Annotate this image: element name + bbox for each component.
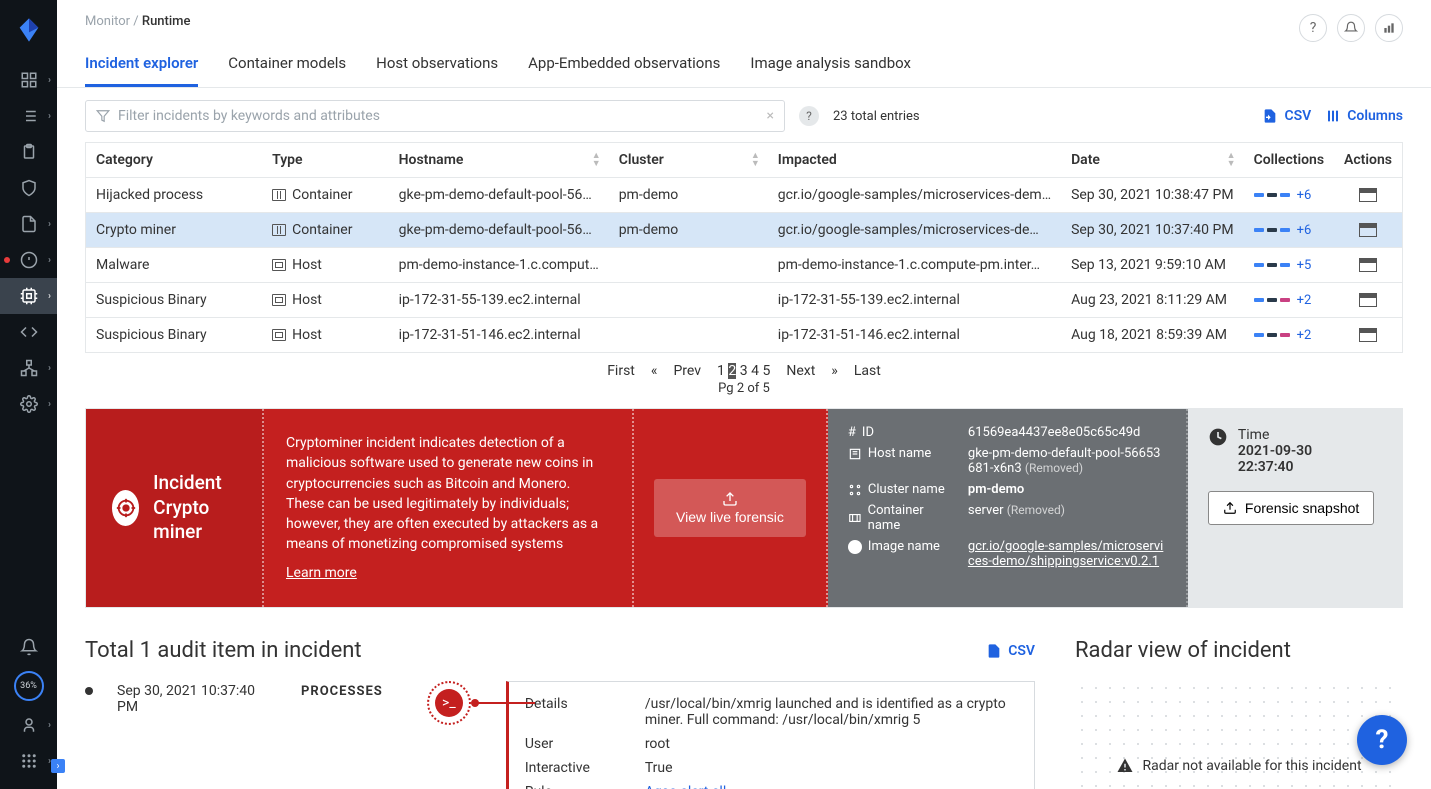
col-header-hostname[interactable]: Hostname▲▼	[389, 143, 609, 178]
bell-icon[interactable]	[1337, 14, 1365, 42]
sidebar-item-network[interactable]: ›	[0, 350, 57, 386]
server-icon	[848, 447, 862, 461]
cluster-icon	[848, 483, 862, 497]
page-3[interactable]: 3	[740, 363, 748, 379]
sidebar-item-dashboard[interactable]: ›	[0, 62, 57, 98]
export-csv-button[interactable]: CSV	[1262, 108, 1311, 124]
tab-incident-explorer[interactable]: Incident explorer	[85, 54, 198, 87]
archive-icon[interactable]	[1359, 328, 1377, 342]
radar-title: Radar view of incident	[1075, 638, 1403, 663]
alert-dot-icon	[4, 257, 10, 263]
page-info: Pg 2 of 5	[85, 381, 1403, 396]
tab-image-analysis-sandbox[interactable]: Image analysis sandbox	[750, 54, 911, 87]
incidents-table: CategoryTypeHostname▲▼Cluster▲▼ImpactedD…	[85, 142, 1403, 353]
image-link[interactable]: gcr.io/google-samples/microservices-demo…	[968, 539, 1163, 569]
table-row[interactable]: Crypto miner Container gke-pm-demo-defau…	[86, 213, 1403, 248]
clear-filter-icon[interactable]: ×	[767, 108, 774, 124]
radar-body: Radar not available for this incident	[1075, 681, 1403, 789]
page-5[interactable]: 5	[762, 363, 770, 379]
page-first[interactable]: First	[607, 363, 635, 379]
container-icon	[848, 511, 862, 525]
tab-host-observations[interactable]: Host observations	[376, 54, 498, 87]
sidebar-item-shield[interactable]	[0, 170, 57, 206]
sidebar-item-user[interactable]: ›	[0, 707, 57, 743]
table-row[interactable]: Suspicious Binary Host ip-172-31-51-146.…	[86, 318, 1403, 353]
warning-icon	[1116, 757, 1134, 775]
upload-icon	[722, 491, 738, 507]
sidebar-item-clipboard[interactable]	[0, 134, 57, 170]
table-row[interactable]: Malware Host pm-demo-instance-1.c.comput…	[86, 248, 1403, 283]
incident-detail-panel: IncidentCrypto miner Cryptominer inciden…	[85, 408, 1403, 608]
col-header-category[interactable]: Category	[86, 143, 263, 178]
progress-badge[interactable]: 36%	[14, 671, 44, 701]
audit-csv-button[interactable]: CSV	[986, 643, 1035, 659]
filter-help-icon[interactable]: ?	[799, 106, 819, 126]
page-2[interactable]: 2	[728, 363, 736, 379]
audit-processes-label: PROCESSES	[301, 684, 383, 699]
sidebar: › › › › › › › 36% › ››	[0, 0, 57, 789]
filter-icon	[96, 109, 110, 123]
archive-icon[interactable]	[1359, 188, 1377, 202]
disc-icon	[848, 540, 862, 554]
breadcrumb: Monitor / Runtime	[85, 14, 190, 29]
table-row[interactable]: Hijacked process Container gke-pm-demo-d…	[86, 178, 1403, 213]
col-header-type[interactable]: Type	[262, 143, 389, 178]
sidebar-item-document[interactable]: ›	[0, 206, 57, 242]
sidebar-item-code[interactable]	[0, 314, 57, 350]
archive-icon[interactable]	[1359, 223, 1377, 237]
sidebar-item-runtime[interactable]: ›	[0, 278, 57, 314]
target-icon	[112, 490, 139, 526]
help-fab[interactable]: ?	[1357, 715, 1407, 765]
col-header-cluster[interactable]: Cluster▲▼	[609, 143, 768, 178]
help-icon[interactable]: ?	[1299, 14, 1327, 42]
tab-container-models[interactable]: Container models	[228, 54, 346, 87]
sidebar-item-notifications[interactable]	[0, 629, 57, 665]
sidebar-item-list[interactable]: ›	[0, 98, 57, 134]
sidebar-item-alert[interactable]: ›	[0, 242, 57, 278]
expand-flag-icon[interactable]: ›	[51, 759, 65, 773]
audit-title: Total 1 audit item in incidentCSV	[85, 638, 1035, 663]
learn-more-link[interactable]: Learn more	[286, 563, 610, 583]
audit-timestamp: Sep 30, 2021 10:37:40 PM	[117, 683, 277, 715]
table-row[interactable]: Suspicious Binary Host ip-172-31-55-139.…	[86, 283, 1403, 318]
col-header-actions[interactable]: Actions	[1334, 143, 1402, 178]
col-header-collections[interactable]: Collections	[1244, 143, 1334, 178]
pagination: First « Prev 1 2 3 4 5 Next » Last	[85, 363, 1403, 379]
clock-icon	[1208, 427, 1228, 447]
timeline-dot-icon	[85, 687, 93, 695]
upload-icon	[1223, 501, 1237, 515]
rule-link[interactable]: Aqsa alert all	[645, 784, 1018, 789]
page-next[interactable]: Next	[786, 363, 815, 379]
forensic-snapshot-button[interactable]: Forensic snapshot	[1208, 491, 1374, 525]
col-header-date[interactable]: Date▲▼	[1061, 143, 1244, 178]
tab-app-embedded-observations[interactable]: App-Embedded observations	[528, 54, 720, 87]
archive-icon[interactable]	[1359, 258, 1377, 272]
app-logo	[15, 16, 43, 44]
chart-icon[interactable]	[1375, 14, 1403, 42]
process-icon: >_	[427, 681, 482, 725]
view-live-forensic-button[interactable]: View live forensic	[654, 479, 806, 537]
tabs: Incident explorer Container models Host ob…	[57, 42, 1431, 88]
audit-detail-box: Details/usr/local/bin/xmrig launched and…	[506, 681, 1035, 789]
page-4[interactable]: 4	[751, 363, 759, 379]
page-prev[interactable]: Prev	[673, 363, 701, 379]
page-prev-dbl[interactable]: «	[651, 363, 658, 379]
page-1[interactable]: 1	[717, 363, 725, 379]
page-last[interactable]: Last	[854, 363, 881, 379]
archive-icon[interactable]	[1359, 293, 1377, 307]
col-header-impacted[interactable]: Impacted	[768, 143, 1061, 178]
hash-icon: #	[848, 425, 856, 440]
entries-count: 23 total entries	[833, 109, 920, 124]
sidebar-item-settings[interactable]: ›	[0, 386, 57, 422]
page-next-dbl[interactable]: »	[831, 363, 838, 379]
filter-input[interactable]: Filter incidents by keywords and attribu…	[85, 100, 785, 132]
columns-button[interactable]: Columns	[1325, 108, 1403, 124]
sidebar-item-apps[interactable]: ››	[0, 743, 57, 779]
